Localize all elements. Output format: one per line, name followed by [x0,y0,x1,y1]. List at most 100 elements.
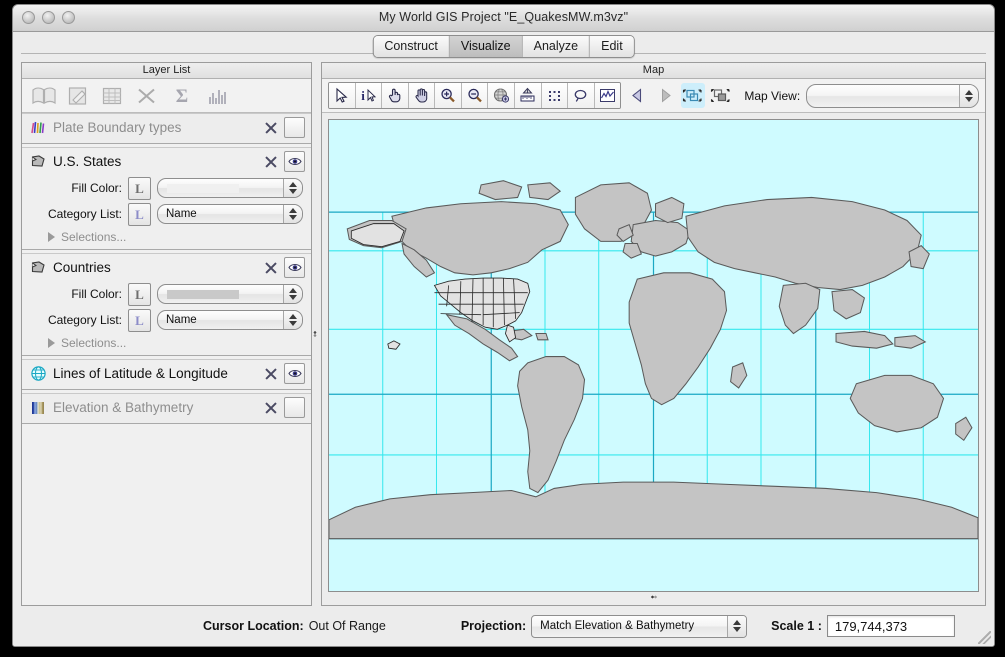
eye-icon [287,263,302,272]
chevron-down-icon [289,215,297,220]
svg-text:i: i [361,88,365,103]
layer-item-countries[interactable]: Countries Fill Color: L Category List: L… [22,253,311,356]
legend-toggle-button[interactable]: L [128,176,151,200]
edit-layer-icon[interactable] [63,83,93,109]
layer-properties: Fill Color: L Category List: L Name [22,175,311,229]
sigma-icon[interactable]: Σ [165,83,199,109]
graph-tool[interactable] [594,83,621,108]
dropdown-arrows[interactable] [283,311,302,329]
layer-header: Lines of Latitude & Longitude [22,360,311,387]
dropdown-arrows[interactable] [283,205,302,223]
layer-item-lines-of-latitude-longitude[interactable]: Lines of Latitude & Longitude [22,359,311,390]
layer-list-scroll[interactable]: Plate Boundary types U.S. States Fill Co… [22,113,311,605]
layer-visibility-toggle[interactable] [284,151,305,172]
layer-remove-button[interactable] [263,400,278,415]
layer-properties: Fill Color: L Category List: L Name [22,281,311,335]
previous-view-button[interactable] [625,83,649,108]
zoom-to-all-layers-button[interactable] [680,83,705,108]
zoom-out-tool[interactable] [461,83,489,108]
dropdown-arrows[interactable] [283,285,302,303]
layer-list-title: Layer List [22,63,311,79]
legend-toggle-button[interactable]: L [128,308,151,332]
polygon-layer-icon [30,153,47,170]
map-view-label: Map View: [744,88,801,103]
pointing-hand-tool[interactable] [382,83,409,108]
layer-item-plate-boundary-types[interactable]: Plate Boundary types [22,113,311,144]
application-window: My World GIS Project "E_QuakesMW.m3vz" C… [12,4,995,647]
layer-name: Lines of Latitude & Longitude [53,366,228,381]
elevation-ramp-icon [30,399,47,416]
scale-input[interactable]: 179,744,373 [826,615,955,637]
projection-group: Projection: Match Elevation & Bathymetry [461,614,748,638]
layer-remove-button[interactable] [263,154,278,169]
select-arrow-tool[interactable] [329,83,356,108]
panel-splitter[interactable] [312,62,321,606]
layer-visibility-checkbox[interactable] [284,117,305,138]
chevron-right-icon [48,338,55,348]
layer-visibility-toggle[interactable] [284,257,305,278]
layer-item-us-states[interactable]: U.S. States Fill Color: L Category List:… [22,147,311,250]
selections-disclosure[interactable]: Selections... [22,229,311,247]
pan-hand-tool[interactable] [408,83,436,108]
dropdown-arrows[interactable] [727,615,747,637]
dropdown-arrows[interactable] [283,179,302,197]
identify-info-tool[interactable]: i [355,83,383,108]
property-label: Fill Color: [71,287,122,301]
tab-edit[interactable]: Edit [590,36,634,57]
property-row-category-list: Category List: L Name [30,201,303,227]
layer-visibility-checkbox[interactable] [284,397,305,418]
map-area [322,113,985,605]
layer-visibility-toggle[interactable] [284,363,305,384]
map-toolbar: i Map View: [322,79,985,113]
delete-x-icon[interactable] [131,83,161,109]
layer-header: Plate Boundary types [22,114,311,141]
projection-value: Match Elevation & Bathymetry [540,620,695,632]
chevron-up-icon [289,208,297,213]
legend-toggle-button[interactable]: L [128,282,151,306]
map-canvas[interactable] [328,119,979,592]
dropdown-arrows[interactable] [959,84,979,107]
tab-visualize[interactable]: Visualize [449,36,523,57]
layer-remove-button[interactable] [263,366,278,381]
bar-chart-icon[interactable] [203,83,233,109]
chevron-up-icon [289,182,297,187]
chevron-down-icon [965,96,974,102]
window-title: My World GIS Project "E_QuakesMW.m3vz" [378,10,629,24]
main-content: Layer List Σ Plate Boundary types U.S. S… [13,62,994,606]
open-library-icon[interactable] [29,83,59,109]
property-row-fill-color: Fill Color: L [30,175,303,201]
layer-header: Elevation & Bathymetry [22,394,311,421]
zoom-in-tool[interactable] [435,83,462,108]
category-list-dropdown[interactable]: Name [157,204,303,224]
next-view-button[interactable] [653,83,677,108]
tab-construct[interactable]: Construct [373,36,450,57]
table-icon[interactable] [97,83,127,109]
eye-icon [287,369,302,378]
selections-label: Selections... [61,336,127,350]
map-resize-grip[interactable] [328,592,979,605]
category-list-dropdown[interactable]: Name [157,310,303,330]
fill-color-dropdown[interactable] [157,284,303,304]
measure-ruler-tool[interactable] [515,83,542,108]
tab-analyze[interactable]: Analyze [522,36,591,57]
splitter-grip[interactable] [313,330,319,338]
legend-toggle-button[interactable]: L [128,202,151,226]
layer-remove-button[interactable] [263,120,278,135]
color-swatch [167,289,239,299]
marquee-select-tool[interactable] [541,83,569,108]
property-row-category-list: Category List: L Name [30,307,303,333]
layer-item-elevation-bathymetry[interactable]: Elevation & Bathymetry [22,393,311,424]
fill-color-dropdown[interactable] [157,178,303,198]
selections-disclosure[interactable]: Selections... [22,335,311,353]
window-resize-grip[interactable] [978,631,991,644]
svg-text:Σ: Σ [176,86,188,106]
tab-group: Construct Visualize Analyze Edit [372,35,635,58]
layer-remove-button[interactable] [263,260,278,275]
map-view-dropdown[interactable] [806,83,980,108]
layer-header: U.S. States [22,148,311,175]
dropdown-value: Name [166,208,197,220]
projection-dropdown[interactable]: Match Elevation & Bathymetry [531,614,748,638]
zoom-to-active-layer-button[interactable] [709,83,733,108]
lasso-select-tool[interactable] [568,83,595,108]
globe-tool[interactable] [488,83,516,108]
